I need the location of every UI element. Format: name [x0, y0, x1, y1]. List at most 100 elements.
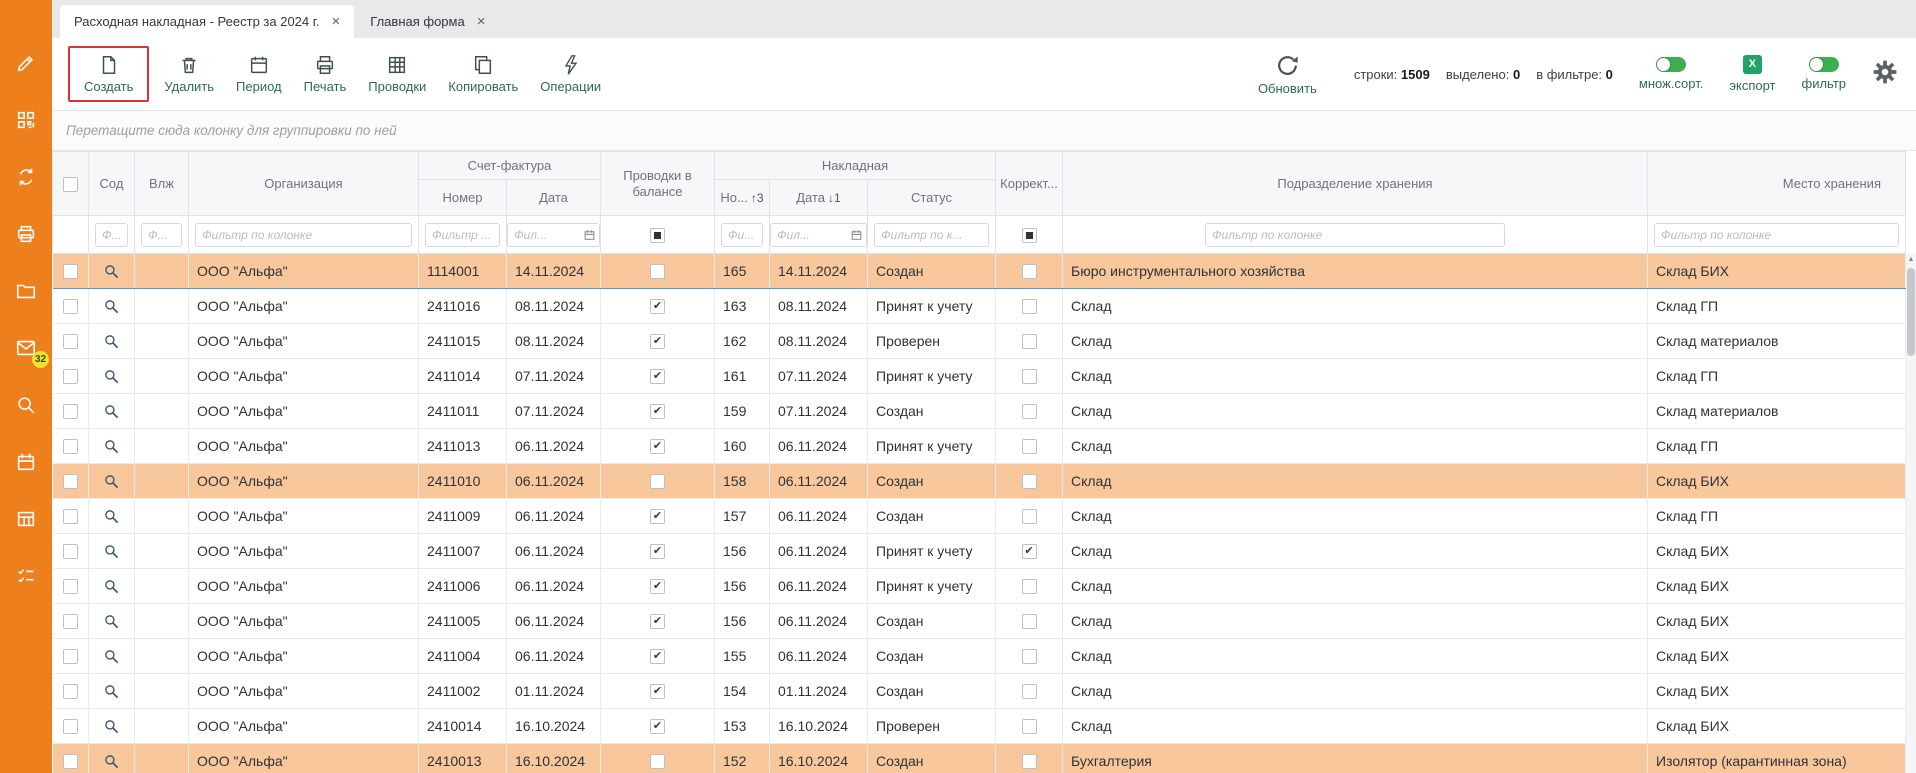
col-header-invoice-number[interactable]: Номер [419, 180, 507, 216]
row-select-cell[interactable] [53, 254, 89, 289]
posted-cell[interactable]: ✔ [601, 359, 715, 394]
table-row[interactable]: ООО "Альфа"241100406.11.2024✔15506.11.20… [53, 639, 1906, 674]
correction-cell[interactable] [996, 324, 1063, 359]
correction-checkbox[interactable] [1022, 754, 1037, 769]
row-checkbox[interactable] [63, 404, 78, 419]
posted-cell[interactable]: ✔ [601, 534, 715, 569]
row-open-cell[interactable] [89, 394, 135, 429]
posted-checkbox[interactable]: ✔ [650, 649, 665, 664]
row-open-cell[interactable] [89, 359, 135, 394]
row-checkbox[interactable] [63, 334, 78, 349]
posted-cell[interactable]: ✔ [601, 394, 715, 429]
posted-checkbox[interactable] [650, 754, 665, 769]
posted-cell[interactable]: ✔ [601, 709, 715, 744]
row-checkbox[interactable] [63, 439, 78, 454]
row-open-cell[interactable] [89, 324, 135, 359]
row-select-cell[interactable] [53, 499, 89, 534]
posted-cell[interactable]: ✔ [601, 289, 715, 324]
tab-close-icon[interactable]: × [477, 14, 486, 29]
period-button[interactable]: Период [225, 49, 293, 99]
table-row[interactable]: ООО "Альфа"241001316.10.202415216.10.202… [53, 744, 1906, 773]
sidebar-item-edit[interactable] [0, 34, 52, 91]
correction-checkbox[interactable] [1022, 719, 1037, 734]
row-select-cell[interactable] [53, 429, 89, 464]
posted-cell[interactable] [601, 744, 715, 773]
row-checkbox[interactable] [63, 299, 78, 314]
correction-cell[interactable] [996, 709, 1063, 744]
sidebar-item-search[interactable] [0, 376, 52, 433]
scrollbar-thumb[interactable] [1907, 268, 1915, 356]
col-header-status[interactable]: Статус [868, 180, 996, 216]
row-open-cell[interactable] [89, 709, 135, 744]
row-open-cell[interactable] [89, 569, 135, 604]
sidebar-item-calendar[interactable] [0, 433, 52, 490]
magnifier-icon[interactable] [104, 649, 119, 664]
table-row[interactable]: ООО "Альфа"241100201.11.2024✔15401.11.20… [53, 674, 1906, 709]
correction-checkbox[interactable] [1022, 439, 1037, 454]
posted-cell[interactable] [601, 464, 715, 499]
row-open-cell[interactable] [89, 499, 135, 534]
col-header-correction[interactable]: Коррект... [996, 152, 1063, 216]
posted-cell[interactable]: ✔ [601, 674, 715, 709]
posted-checkbox[interactable]: ✔ [650, 614, 665, 629]
filter-input-waybill-number[interactable] [721, 223, 763, 247]
table-row[interactable]: ООО "Альфа"111400114.11.202416514.11.202… [53, 254, 1906, 289]
correction-checkbox[interactable] [1022, 299, 1037, 314]
posted-checkbox[interactable]: ✔ [650, 404, 665, 419]
magnifier-icon[interactable] [104, 509, 119, 524]
filter-input-attachments[interactable] [141, 223, 182, 247]
magnifier-icon[interactable] [104, 684, 119, 699]
multi-sort-toggle[interactable] [1656, 57, 1686, 72]
col-header-place[interactable]: Место хранения [1648, 152, 1906, 216]
row-checkbox[interactable] [63, 369, 78, 384]
sidebar-item-print[interactable] [0, 205, 52, 262]
posted-checkbox[interactable]: ✔ [650, 299, 665, 314]
col-header-invoice-date[interactable]: Дата [507, 180, 601, 216]
magnifier-icon[interactable] [104, 369, 119, 384]
row-checkbox[interactable] [63, 579, 78, 594]
row-select-cell[interactable] [53, 464, 89, 499]
row-checkbox[interactable] [63, 264, 78, 279]
row-open-cell[interactable] [89, 674, 135, 709]
settings-button[interactable] [1872, 59, 1898, 90]
row-checkbox[interactable] [63, 719, 78, 734]
calendar-icon[interactable] [850, 228, 863, 241]
posted-checkbox[interactable]: ✔ [650, 684, 665, 699]
correction-cell[interactable] [996, 394, 1063, 429]
sidebar-item-messages[interactable]: 32 [0, 319, 52, 376]
sidebar-item-folder[interactable] [0, 262, 52, 319]
col-header-waybill-date[interactable]: Дата↓1 [770, 180, 868, 216]
row-select-cell[interactable] [53, 324, 89, 359]
row-open-cell[interactable] [89, 639, 135, 674]
filter-input-organization[interactable] [195, 223, 412, 247]
create-button[interactable]: Создать [73, 49, 144, 99]
filter-toggle[interactable] [1809, 57, 1839, 72]
row-checkbox[interactable] [63, 684, 78, 699]
row-open-cell[interactable] [89, 744, 135, 773]
sidebar-item-report[interactable] [0, 490, 52, 547]
filter-input-division[interactable] [1205, 223, 1505, 247]
filter-input-invoice-number[interactable] [425, 223, 500, 247]
table-row[interactable]: ООО "Альфа"241101407.11.2024✔16107.11.20… [53, 359, 1906, 394]
magnifier-icon[interactable] [104, 719, 119, 734]
correction-checkbox[interactable] [1022, 334, 1037, 349]
posted-cell[interactable] [601, 254, 715, 289]
row-select-cell[interactable] [53, 709, 89, 744]
correction-cell[interactable] [996, 674, 1063, 709]
delete-button[interactable]: Удалить [153, 49, 225, 99]
col-header-content[interactable]: Сод [89, 152, 135, 216]
posted-cell[interactable]: ✔ [601, 604, 715, 639]
row-select-cell[interactable] [53, 639, 89, 674]
table-row[interactable]: ООО "Альфа"241101608.11.2024✔16308.11.20… [53, 289, 1906, 324]
correction-checkbox[interactable] [1022, 404, 1037, 419]
table-row[interactable]: ООО "Альфа"241001416.10.2024✔15316.10.20… [53, 709, 1906, 744]
correction-filter-checkbox[interactable] [1022, 228, 1037, 243]
row-checkbox[interactable] [63, 754, 78, 769]
posted-filter-checkbox[interactable] [650, 228, 665, 243]
correction-cell[interactable] [996, 639, 1063, 674]
sidebar-item-sync[interactable] [0, 148, 52, 205]
correction-checkbox[interactable]: ✔ [1022, 544, 1037, 559]
row-select-cell[interactable] [53, 569, 89, 604]
scroll-up-icon[interactable]: ▲ [1906, 253, 1916, 267]
correction-cell[interactable] [996, 429, 1063, 464]
